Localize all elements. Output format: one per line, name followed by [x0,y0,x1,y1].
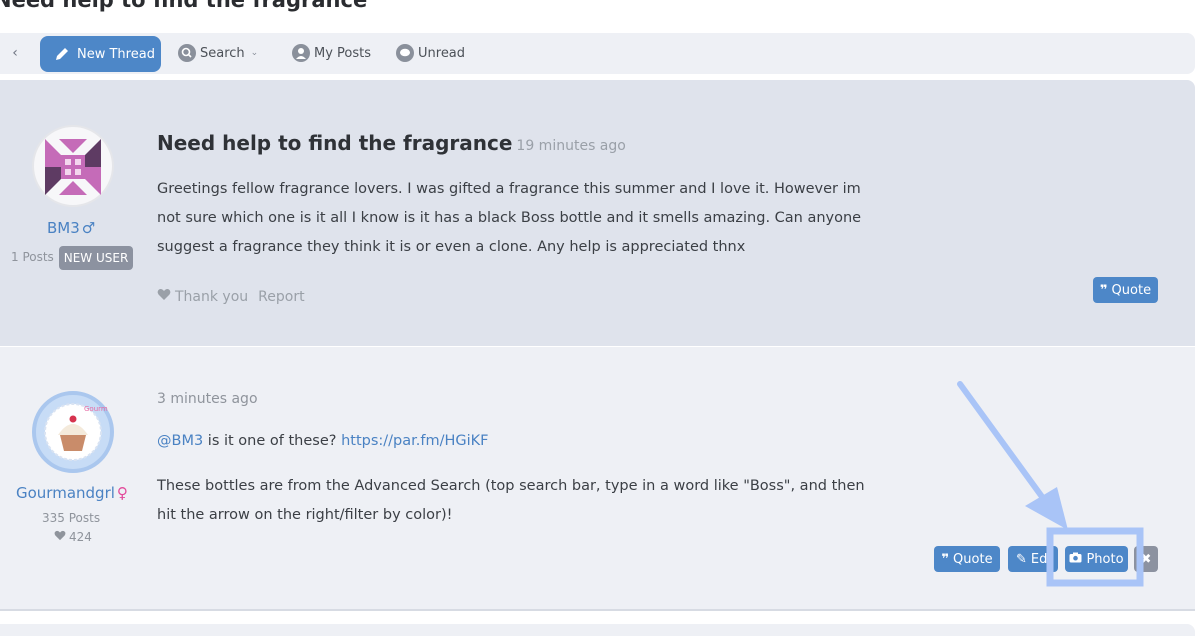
new-thread-label: New Thread [77,46,155,62]
thank-you-link[interactable]: Thank you [175,289,248,305]
photo-button[interactable]: Photo [1065,546,1128,572]
post-author[interactable]: BM3 ♂ [47,219,95,237]
post-line: @BM3 is it one of these? https://par.fm/… [157,427,887,456]
quilt-avatar-icon [45,139,101,195]
post-body: @BM3 is it one of these? https://par.fm/… [157,427,887,530]
report-link[interactable]: Report [258,289,304,305]
svg-text:Gourm: Gourm [84,405,108,413]
chevron-down-icon: ⌄ [250,48,259,58]
user-icon [292,44,310,62]
post-original: BM3 ♂ 1 Posts NEW USER Need help to find … [0,80,1195,346]
male-icon: ♂ [81,219,96,237]
post-reply: Gourm Gourmandgrl ♀ 335 Posts 424 3 minut… [0,347,1195,609]
quote-icon: ❞ [941,551,950,567]
quote-icon: ❞ [1099,282,1108,298]
quote-button[interactable]: ❞ Quote [934,546,1000,572]
quote-label: Quote [1111,282,1152,298]
new-user-badge: NEW USER [59,246,133,270]
search-label: Search [200,45,245,61]
delete-button[interactable]: ✖ [1134,546,1158,572]
back-button[interactable]: ‹ [6,43,24,63]
cupcake-avatar-icon: Gourm [44,403,108,461]
thread-toolbar: ‹ New Thread Search ⌄ My Posts Unread [0,33,1195,74]
post-paragraph: These bottles are from the Advanced Sear… [157,478,865,523]
thread-title-text: Need help to find the fragrance [157,131,513,155]
likes-count: 424 [54,530,92,544]
post-time: 19 minutes ago [516,138,626,154]
post-divider [0,609,1195,611]
url-link[interactable]: https://par.fm/HGiKF [341,433,488,449]
username: Gourmandgrl [16,484,115,502]
post-actions: Thank you Report [157,288,305,305]
quote-button[interactable]: ❞ Quote [1093,277,1158,303]
username: BM3 [47,219,80,237]
search-menu[interactable]: Search ⌄ [178,44,258,62]
post-line-text: is it one of these? [203,433,342,449]
heart-icon [157,288,171,305]
next-post [0,624,1195,636]
pencil-icon: ✎ [1016,551,1027,567]
heart-icon [54,530,66,544]
post-count: 1 Posts [11,250,54,264]
pencil-icon [56,48,68,60]
post-count: 335 Posts [42,511,101,525]
camera-icon [1069,552,1082,567]
quote-label: Quote [953,551,993,567]
edit-label: Edi [1030,551,1051,567]
new-thread-button[interactable]: New Thread [40,36,161,72]
edit-button[interactable]: ✎ Edi [1008,546,1058,572]
search-icon [178,44,196,62]
unread-link[interactable]: Unread [396,44,465,62]
likes-value: 424 [69,530,92,544]
female-icon: ♀ [116,484,128,502]
page-title: Need help to find the fragrance [0,0,368,12]
avatar[interactable]: Gourm [32,391,114,473]
avatar[interactable] [32,125,114,207]
thread-title: Need help to find the fragrance 19 minute… [157,131,626,155]
my-posts-link[interactable]: My Posts [292,44,371,62]
unread-label: Unread [418,45,466,61]
mention-link[interactable]: @BM3 [157,433,203,449]
my-posts-label: My Posts [314,45,372,61]
post-body: Greetings fellow fragrance lovers. I was… [157,181,862,255]
post-time: 3 minutes ago [157,391,258,407]
chat-icon [396,44,414,62]
photo-label: Photo [1086,551,1124,567]
post-author[interactable]: Gourmandgrl ♀ [16,484,128,502]
